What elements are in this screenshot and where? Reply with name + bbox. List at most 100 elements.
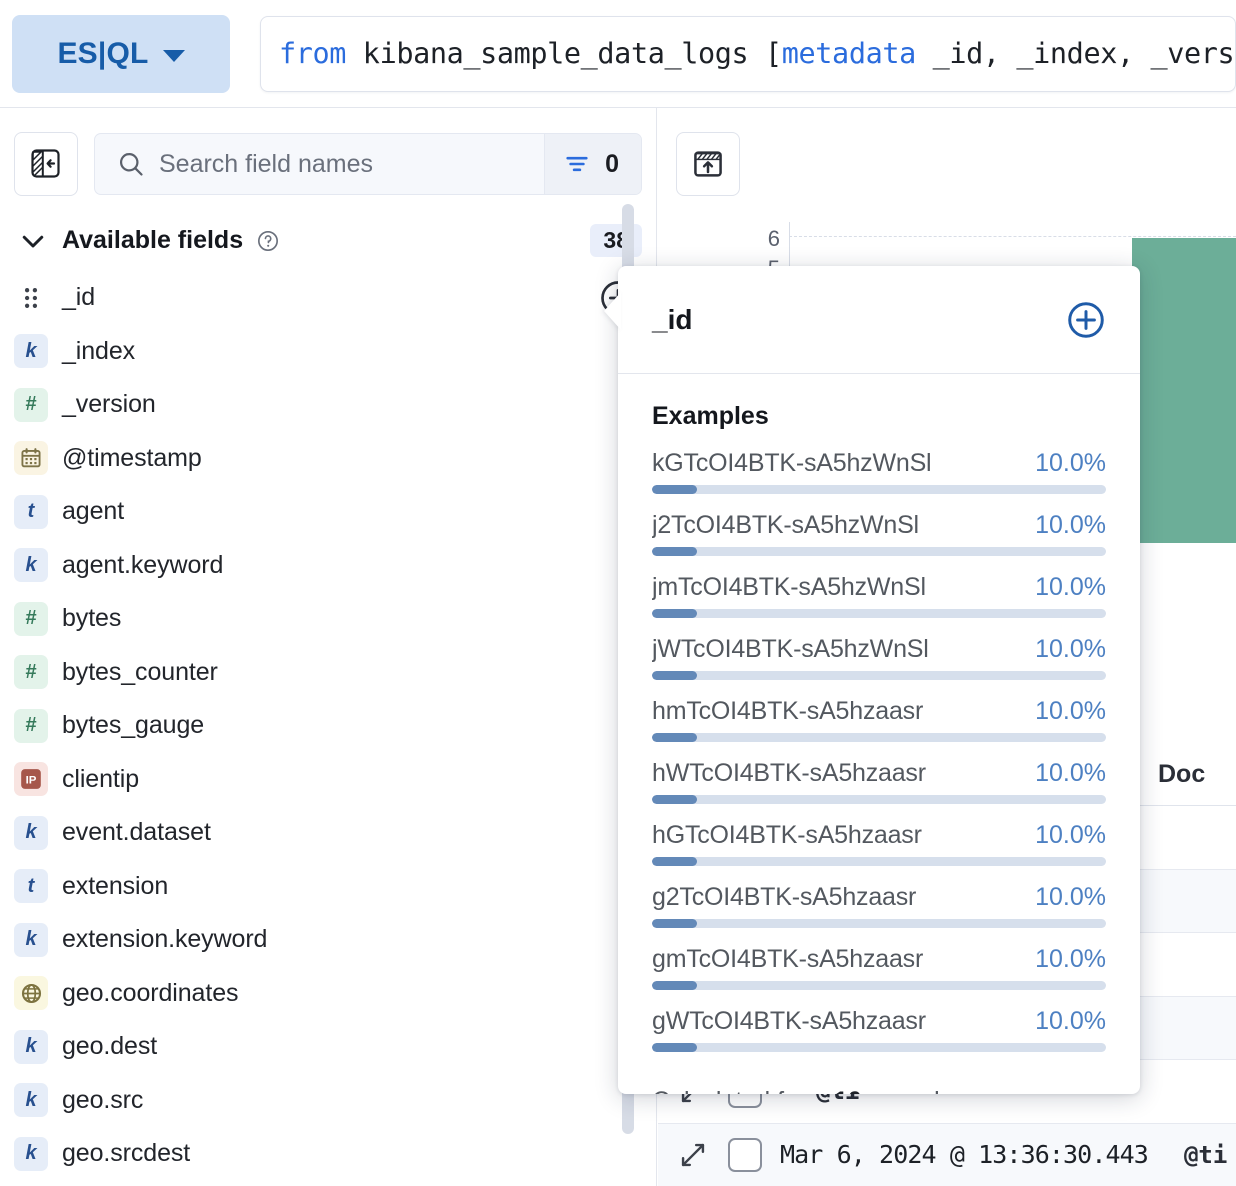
example-item[interactable]: g2TcOI4BTK-sA5hzaasr 10.0%	[652, 883, 1106, 928]
example-value: hGTcOI4BTK-sA5hzaasr	[652, 821, 922, 849]
available-fields-label: Available fields	[62, 226, 244, 254]
field-item-id[interactable]: _id	[0, 271, 656, 325]
example-value: hWTcOI4BTK-sA5hzaasr	[652, 759, 926, 787]
search-input[interactable]	[159, 134, 545, 194]
field-item-agent[interactable]: t agent	[0, 485, 656, 539]
row-document-cell: @ti	[1183, 1140, 1228, 1169]
row-select-checkbox[interactable]	[728, 1137, 762, 1172]
footer-record-count: 10	[834, 1087, 862, 1094]
field-item-extension[interactable]: t extension	[0, 860, 656, 914]
fields-sidebar: 0 Available fields 38 _idk _index # _versio…	[0, 108, 657, 1186]
example-bar-track	[652, 981, 1106, 990]
popover-arrow	[604, 292, 621, 330]
example-value: jWTcOI4BTK-sA5hzWnSl	[652, 635, 929, 663]
keyword-field-icon: k	[14, 334, 48, 369]
expand-row-icon[interactable]	[676, 1138, 710, 1172]
collapse-sidebar-button[interactable]	[14, 132, 78, 196]
field-name-label: geo.coordinates	[62, 978, 239, 1007]
field-item-geo-coordinates[interactable]: geo.coordinates	[0, 967, 656, 1021]
field-name-label: bytes_gauge	[62, 711, 205, 740]
field-item-event-dataset[interactable]: k event.dataset	[0, 806, 656, 860]
date-field-icon	[14, 441, 48, 476]
example-percent: 10.0%	[1035, 821, 1106, 849]
field-item-bytes-counter[interactable]: # bytes_counter	[0, 646, 656, 700]
example-item[interactable]: hGTcOI4BTK-sA5hzaasr 10.0%	[652, 821, 1106, 866]
example-item[interactable]: gmTcOI4BTK-sA5hzaasr 10.0%	[652, 945, 1106, 990]
query-keyword-metadata: metadata	[781, 37, 916, 70]
field-item-geo-dest[interactable]: k geo.dest	[0, 1020, 656, 1074]
field-item-agent-keyword[interactable]: k agent.keyword	[0, 539, 656, 593]
example-bar-track	[652, 671, 1106, 680]
chevron-down-icon	[22, 235, 44, 247]
example-bar-track	[652, 919, 1106, 928]
number-field-icon: #	[14, 655, 48, 690]
question-circle-icon[interactable]	[257, 230, 279, 252]
field-item-extension-keyword[interactable]: k extension.keyword	[0, 913, 656, 967]
example-percent: 10.0%	[1035, 573, 1106, 601]
sidebar-toolbar: 0	[0, 108, 656, 196]
filter-icon	[566, 156, 588, 172]
example-bar-fill	[652, 733, 698, 742]
field-item-clientip[interactable]: IP clientip	[0, 753, 656, 807]
available-fields-header[interactable]: Available fields 38	[0, 196, 656, 257]
field-filter-button[interactable]: 0	[544, 134, 641, 194]
field-name-label: clientip	[62, 764, 140, 793]
example-item[interactable]: jWTcOI4BTK-sA5hzWnSl 10.0%	[652, 635, 1106, 680]
example-item[interactable]: hWTcOI4BTK-sA5hzaasr 10.0%	[652, 759, 1106, 804]
geo-field-icon	[14, 976, 48, 1011]
examples-heading: Examples	[652, 402, 769, 430]
example-item[interactable]: kGTcOI4BTK-sA5hzWnSl 10.0%	[652, 449, 1106, 494]
query-metadata-fields: _id, _index, _versi	[915, 37, 1236, 70]
histogram-bar[interactable]	[1132, 238, 1236, 543]
example-value: g2TcOI4BTK-sA5hzaasr	[652, 883, 917, 911]
example-item[interactable]: jmTcOI4BTK-sA5hzWnSl 10.0%	[652, 573, 1106, 618]
field-item-index[interactable]: k _index	[0, 325, 656, 379]
example-bar-fill	[652, 981, 698, 990]
example-value: gWTcOI4BTK-sA5hzaasr	[652, 1007, 926, 1035]
example-bar-track	[652, 857, 1106, 866]
grid-line	[789, 236, 1236, 237]
example-value: gmTcOI4BTK-sA5hzaasr	[652, 945, 924, 973]
example-item[interactable]: gWTcOI4BTK-sA5hzaasr 10.0%	[652, 1007, 1106, 1052]
field-item-timestamp[interactable]: @timestamp	[0, 432, 656, 486]
query-keyword-from: from	[279, 37, 347, 70]
search-icon	[95, 150, 159, 178]
number-field-icon: #	[14, 708, 48, 743]
field-item-geo-srcdest[interactable]: k geo.srcdest	[0, 1127, 656, 1181]
field-item-bytes-gauge[interactable]: # bytes_gauge	[0, 699, 656, 753]
popover-header: _id	[618, 266, 1140, 374]
example-bar-fill	[652, 1043, 698, 1052]
y-axis-tick-6: 6	[767, 226, 780, 251]
field-name-label: geo.src	[62, 1085, 144, 1114]
chart-collapse-button[interactable]	[676, 132, 740, 196]
query-input[interactable]: from kibana_sample_data_logs [metadata _…	[260, 15, 1236, 92]
field-item-version[interactable]: # _version	[0, 378, 656, 432]
example-bar-fill	[652, 671, 698, 680]
field-name-label: extension.keyword	[62, 925, 268, 954]
drag-handle-icon[interactable]	[14, 281, 48, 315]
example-item[interactable]: j2TcOI4BTK-sA5hzWnSl 10.0%	[652, 511, 1106, 556]
field-item-geo-src[interactable]: k geo.src	[0, 1074, 656, 1128]
collapse-sidebar-icon	[31, 149, 60, 178]
row-timestamp: Mar 6, 2024 @ 13:36:30.443	[780, 1140, 1149, 1170]
keyword-field-icon: k	[14, 922, 48, 957]
field-name-label: _index	[62, 336, 136, 365]
field-name-label: _version	[62, 390, 156, 419]
example-item[interactable]: hmTcOI4BTK-sA5hzaasr 10.0%	[652, 697, 1106, 742]
number-field-icon: #	[14, 601, 48, 636]
popover-body: Examples kGTcOI4BTK-sA5hzWnSl 10.0% j2TcOI…	[618, 374, 1140, 1052]
kibana-discover-app: ES|QL from kibana_sample_data_logs [meta…	[0, 0, 1236, 1186]
table-row[interactable]: Mar 6, 2024 @ 13:36:30.443 @ti	[658, 1123, 1236, 1186]
esql-language-selector[interactable]: ES|QL	[12, 14, 230, 93]
example-percent: 10.0%	[1035, 511, 1106, 539]
example-percent: 10.0%	[1035, 883, 1106, 911]
example-bar-fill	[652, 609, 698, 618]
example-bar-track	[652, 795, 1106, 804]
example-percent: 10.0%	[1035, 1007, 1106, 1035]
field-item-bytes[interactable]: # bytes	[0, 592, 656, 646]
query-text: from kibana_sample_data_logs [metadata _…	[279, 37, 1236, 70]
column-header-document: Doc	[1158, 760, 1206, 788]
field-name-label: event.dataset	[62, 818, 211, 847]
add-field-button[interactable]	[1064, 298, 1108, 342]
example-percent: 10.0%	[1035, 449, 1106, 477]
